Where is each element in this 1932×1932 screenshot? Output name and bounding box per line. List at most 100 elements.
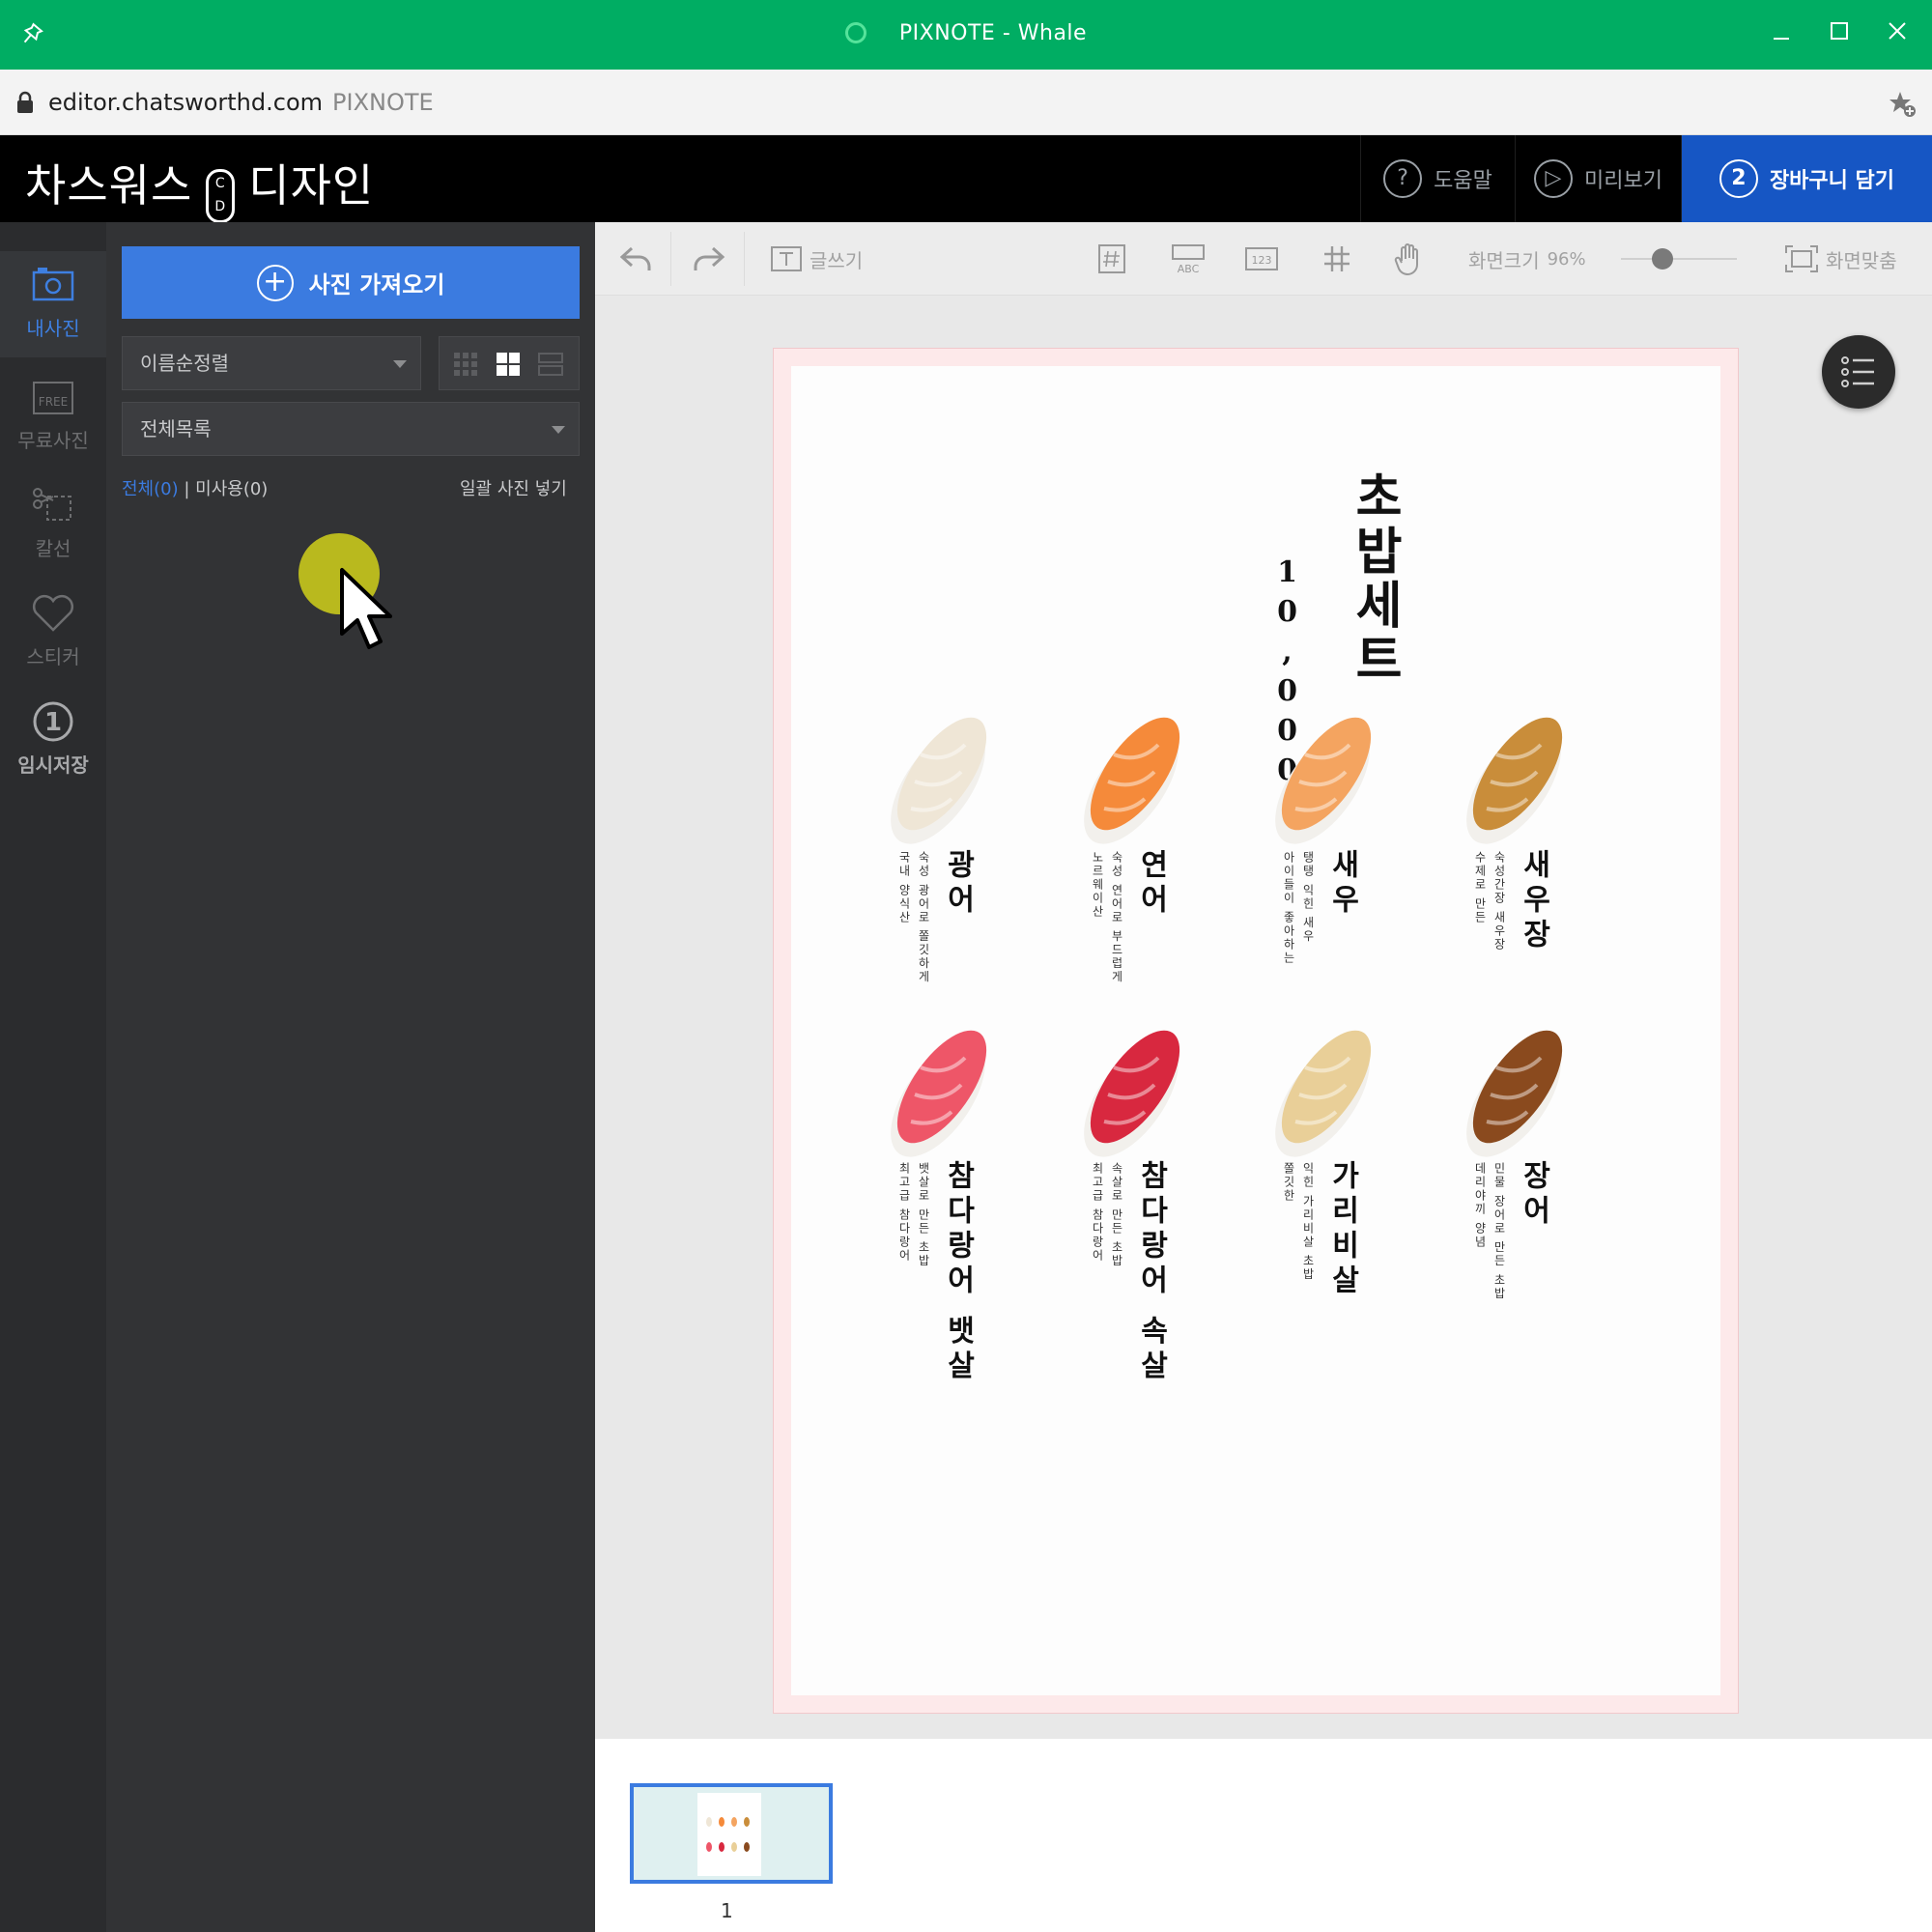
number-box-icon: 123 [1245, 247, 1278, 270]
add-to-cart-button[interactable]: 2 장바구니 담기 [1681, 135, 1932, 222]
maximize-icon[interactable] [1820, 12, 1859, 50]
menu-item-subdescription[interactable]: 데리야끼 양념 [1471, 1162, 1489, 1249]
menu-item-subdescription[interactable]: 수제로 만든 [1471, 851, 1489, 924]
app-header: 차스워스 C D 디자인 ? 도움말 ▷ 미리보기 2 장바구니 담기 [0, 135, 1932, 223]
whale-icon [844, 22, 867, 43]
menu-item-name[interactable]: 새우장 [1512, 849, 1554, 953]
menu-item-description[interactable]: 탱탱 익힌 새우 [1299, 851, 1317, 944]
page-thumbnail[interactable] [630, 1783, 833, 1884]
sushi-illustration[interactable] [878, 1009, 1004, 1164]
menu-item-description[interactable]: 뱃살로 만든 초밥 [915, 1162, 932, 1268]
menu-item-description[interactable]: 익힌 가리비살 초밥 [1299, 1162, 1317, 1282]
sushi-illustration[interactable] [1071, 696, 1197, 851]
menu-item-name[interactable]: 새우 [1321, 849, 1363, 919]
sushi-illustration[interactable] [1071, 1009, 1197, 1164]
window-title: PIXNOTE - Whale [0, 21, 1932, 45]
thumbnail-item-mark [731, 1817, 737, 1827]
sushi-illustration[interactable] [1263, 1009, 1388, 1164]
sushi-illustration[interactable] [1454, 696, 1579, 851]
menu-item-subdescription[interactable]: 쫄깃한 [1280, 1162, 1297, 1203]
lock-icon [17, 91, 33, 113]
folder-select[interactable]: 전체목록 [122, 402, 580, 456]
plus-circle-icon: + [256, 264, 294, 301]
filter-all[interactable]: 전체(0) [122, 479, 179, 499]
sushi-illustration[interactable] [1454, 1009, 1579, 1164]
zoom-slider[interactable] [1621, 258, 1737, 260]
filter-unused[interactable]: 미사용(0) [195, 479, 268, 499]
small-grid-icon[interactable] [453, 352, 478, 377]
brand-logo[interactable]: 차스워스 C D 디자인 [25, 151, 374, 223]
rail-item-cut-line[interactable]: 칼선 [0, 471, 106, 578]
chevron-down-icon [552, 426, 565, 434]
menu-item-description[interactable]: 민물 장어로 만든 초밥 [1491, 1162, 1508, 1300]
text-label-tool[interactable]: ABC [1169, 240, 1208, 278]
menu-item-subdescription[interactable]: 아이들이 좋아하는 [1280, 851, 1297, 965]
menu-item-name[interactable]: 가리비살 [1321, 1160, 1363, 1299]
thumbnail-mini-menu [706, 1817, 750, 1852]
redo-icon [694, 246, 725, 270]
menu-title[interactable]: 초밥세트 [1338, 470, 1410, 687]
mouse-cursor-icon [340, 568, 392, 649]
menu-item-description[interactable]: 숙성 연어로 부드럽게 [1108, 851, 1125, 984]
number-tool[interactable]: 123 [1242, 240, 1281, 278]
bulk-insert-link[interactable]: 일괄 사진 넣기 [460, 475, 567, 500]
thumbnail-item-mark [731, 1842, 737, 1852]
menu-item-subdescription[interactable]: 노르웨이산 [1089, 851, 1106, 919]
import-photos-button[interactable]: + 사진 가져오기 [122, 246, 580, 319]
layer-list-button[interactable] [1822, 335, 1895, 409]
page-number: 1 [721, 1899, 733, 1922]
menu-item-subdescription[interactable]: 최고급 참다랑어 [895, 1162, 913, 1263]
large-grid-icon[interactable] [496, 352, 521, 377]
photo-panel: + 사진 가져오기 이름순정렬 전체목록 전체(0) | 미사용(0) 일괄 사진… [106, 222, 595, 1932]
rail-item-temp-save[interactable]: 1 임시저장 [0, 688, 106, 794]
rail-item-free-photos[interactable]: FREE 무료사진 [0, 363, 106, 469]
menu-item-name[interactable]: 광어 [936, 849, 979, 919]
redo-button[interactable] [692, 240, 726, 278]
thumbnail-item-mark [744, 1842, 750, 1852]
help-button[interactable]: ? 도움말 [1360, 135, 1515, 222]
rail-item-my-photos[interactable]: 내사진 [0, 251, 106, 357]
close-icon[interactable] [1878, 12, 1917, 50]
list-icon [1841, 356, 1874, 387]
list-view-icon[interactable] [538, 352, 563, 377]
sushi-illustration[interactable] [878, 696, 1004, 851]
address-bar[interactable]: editor.chatsworthd.com PIXNOTE [0, 70, 1932, 135]
step-two-icon: 2 [1719, 159, 1758, 198]
fit-to-screen-button[interactable]: 화면맞춤 [1783, 240, 1897, 278]
menu-item-description[interactable]: 속살로 만든 초밥 [1108, 1162, 1125, 1268]
zoom-slider-handle[interactable] [1652, 248, 1673, 270]
grid-toggle[interactable] [1321, 240, 1352, 278]
menu-item-subdescription[interactable]: 국내 양식산 [895, 851, 913, 924]
rail-item-stickers[interactable]: 스티커 [0, 580, 106, 686]
preview-button[interactable]: ▷ 미리보기 [1515, 135, 1681, 222]
menu-page[interactable]: 초밥세트 10,000 광어 숙성 광어로 쫄깃하게 국내 양식산 연어 숙성 연어로 … [773, 348, 1739, 1714]
step-one-icon: 1 [33, 701, 73, 742]
menu-item-name[interactable]: 참다랑어 뱃살 [936, 1160, 979, 1384]
grid-icon [1324, 246, 1350, 271]
undo-icon [619, 246, 651, 270]
menu-item-description[interactable]: 숙성간장 새우장 [1491, 851, 1508, 952]
thumbnail-item-mark [719, 1842, 724, 1852]
page-number-tool[interactable] [1095, 240, 1128, 278]
thumbnail-item-mark [719, 1817, 724, 1827]
menu-item-name[interactable]: 연어 [1129, 849, 1172, 919]
menu-item-name[interactable]: 장어 [1512, 1160, 1554, 1230]
menu-page-content: 초밥세트 10,000 광어 숙성 광어로 쫄깃하게 국내 양식산 연어 숙성 연어로 … [791, 366, 1720, 1695]
bookmark-star-icon[interactable] [1888, 89, 1917, 118]
minimize-icon[interactable] [1762, 12, 1801, 50]
menu-item-subdescription[interactable]: 최고급 참다랑어 [1089, 1162, 1106, 1263]
page-thumbnail-strip: 1 [595, 1739, 1932, 1932]
hand-tool[interactable] [1393, 240, 1426, 278]
undo-button[interactable] [618, 240, 653, 278]
menu-item-name[interactable]: 참다랑어 속살 [1129, 1160, 1172, 1384]
text-tool-button[interactable]: 글쓰기 [769, 240, 863, 278]
sushi-illustration[interactable] [1263, 696, 1388, 851]
sort-select[interactable]: 이름순정렬 [122, 336, 421, 390]
abc-icon: ABC [1172, 244, 1205, 275]
url-text[interactable]: editor.chatsworthd.com PIXNOTE [48, 89, 434, 116]
photo-counts: 전체(0) | 미사용(0) [122, 479, 269, 499]
left-rail: 내사진 FREE 무료사진 칼선 스티커 1 임시저장 [0, 222, 106, 1932]
svg-text:123: 123 [1252, 254, 1272, 267]
page-thumbnail-preview [697, 1793, 761, 1876]
menu-item-description[interactable]: 숙성 광어로 쫄깃하게 [915, 851, 932, 984]
